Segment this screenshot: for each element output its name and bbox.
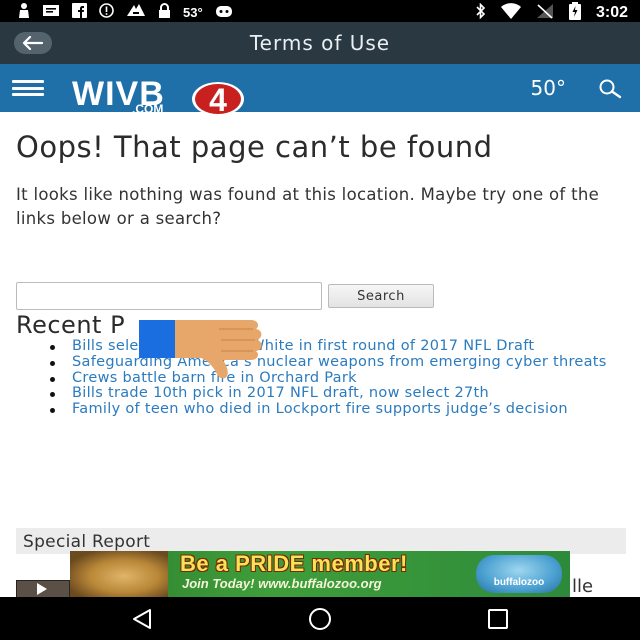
ad-logo-text: buffalozoo	[493, 577, 545, 588]
signal-icon	[536, 3, 554, 23]
person-icon	[18, 3, 30, 23]
message-icon	[42, 4, 60, 22]
special-report-peek-text: lle	[572, 576, 594, 597]
thumbs-down-icon[interactable]	[139, 318, 265, 380]
search-input[interactable]	[16, 282, 322, 310]
lock-icon	[158, 3, 171, 23]
status-time: 3:02	[595, 4, 628, 21]
special-report-label: Special Report	[23, 532, 151, 552]
video-thumbnail[interactable]	[16, 580, 70, 598]
ad-banner[interactable]: Be a PRIDE member! Join Today! www.buffa…	[70, 551, 570, 597]
recent-posts-list: Bills select Tre’Davious White in first …	[16, 338, 616, 418]
app-bar-title: Terms of Use	[249, 31, 391, 55]
site-header: WIVB .COM 4 50°	[0, 64, 640, 118]
alert-icon	[99, 3, 114, 23]
recent-post-link[interactable]: Crews battle barn fire in Orchard Park	[16, 370, 616, 387]
recent-post-link[interactable]: Bills select Tre’Davious White in first …	[16, 338, 616, 355]
header-temperature[interactable]: 50°	[531, 76, 566, 100]
play-icon	[37, 583, 47, 595]
home-nav-icon[interactable]	[305, 607, 335, 631]
lion-image	[70, 551, 168, 597]
wifi-icon	[500, 3, 522, 23]
search-form: Search	[16, 282, 626, 310]
ad-headline: Be a PRIDE member!	[180, 551, 408, 576]
fox-app-icon	[126, 3, 146, 23]
buffalo-zoo-logo: buffalozoo	[476, 555, 562, 593]
system-status-icons: 3:02	[475, 2, 628, 24]
facebook-icon	[72, 3, 87, 23]
status-temperature: 53°	[183, 5, 203, 20]
recent-post-link[interactable]: Safeguarding America’s nuclear weapons f…	[16, 354, 616, 371]
search-button[interactable]: Search	[328, 284, 434, 308]
back-nav-icon[interactable]	[128, 607, 158, 631]
notification-icons: 53°	[18, 3, 233, 23]
screen: 53° 3:02 Terms of Use WIVB .COM 4 50° Oo…	[0, 0, 640, 640]
battery-icon	[568, 2, 582, 24]
bluetooth-icon	[475, 2, 486, 23]
ad-subtext: Join Today! www.buffalozoo.org	[182, 576, 382, 591]
search-icon[interactable]	[596, 78, 624, 100]
page-title: Oops! That page can’t be found	[16, 130, 493, 164]
not-found-message: It looks like nothing was found at this …	[16, 185, 600, 228]
status-bar: 53° 3:02	[0, 0, 640, 22]
navigation-bar	[0, 597, 640, 640]
app-bar: Terms of Use	[0, 22, 640, 64]
main-content: Oops! That page can’t be found It looks …	[16, 112, 626, 417]
menu-icon[interactable]	[12, 80, 44, 96]
recents-nav-icon[interactable]	[483, 607, 513, 631]
recent-post-link[interactable]: Bills trade 10th pick in 2017 NFL draft,…	[16, 386, 616, 402]
recent-post-link[interactable]: Family of teen who died in Lockport fire…	[16, 401, 616, 418]
gamepad-icon	[215, 4, 233, 23]
recent-posts-heading: Recent P	[16, 311, 126, 339]
